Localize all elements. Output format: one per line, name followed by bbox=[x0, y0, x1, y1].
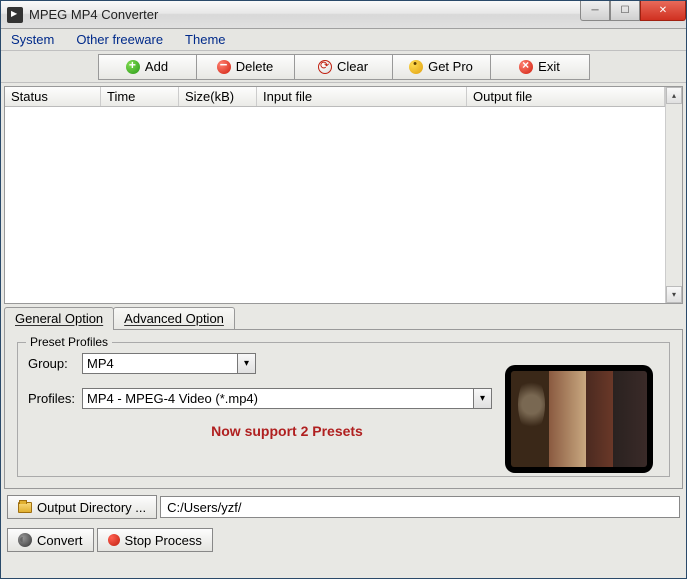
col-time[interactable]: Time bbox=[101, 87, 179, 106]
col-size[interactable]: Size(kB) bbox=[179, 87, 257, 106]
add-button[interactable]: Add bbox=[99, 55, 197, 79]
app-window: MPEG MP4 Converter ─ ☐ ✕ System Other fr… bbox=[0, 0, 687, 579]
content-area: Status Time Size(kB) Input file Output f… bbox=[1, 83, 686, 578]
list-body[interactable] bbox=[5, 107, 665, 303]
close-button[interactable]: ✕ bbox=[640, 1, 686, 21]
app-icon bbox=[7, 7, 23, 23]
col-status[interactable]: Status bbox=[5, 87, 101, 106]
window-controls: ─ ☐ ✕ bbox=[580, 1, 686, 21]
vertical-scrollbar[interactable]: ▴ ▾ bbox=[665, 87, 682, 303]
preset-legend: Preset Profiles bbox=[26, 335, 112, 349]
folder-icon bbox=[18, 502, 32, 513]
getpro-button[interactable]: Get Pro bbox=[393, 55, 491, 79]
clear-label: Clear bbox=[337, 59, 368, 74]
tab-panel: Preset Profiles Group: MP4 Profiles: MP4… bbox=[4, 329, 683, 489]
menu-system[interactable]: System bbox=[5, 30, 60, 49]
output-path-value: C:/Users/yzf/ bbox=[167, 500, 241, 515]
window-title: MPEG MP4 Converter bbox=[29, 7, 158, 22]
toolbar: Add Delete Clear Get Pro Exit bbox=[1, 51, 686, 83]
col-output[interactable]: Output file bbox=[467, 87, 665, 106]
support-text: Now support 2 Presets bbox=[82, 423, 492, 439]
convert-label: Convert bbox=[37, 533, 83, 548]
preview-image bbox=[511, 371, 647, 467]
profiles-label: Profiles: bbox=[28, 391, 82, 406]
titlebar: MPEG MP4 Converter ─ ☐ ✕ bbox=[1, 1, 686, 29]
col-input[interactable]: Input file bbox=[257, 87, 467, 106]
footer-bar: Convert Stop Process bbox=[4, 525, 683, 555]
menu-other-freeware[interactable]: Other freeware bbox=[70, 30, 169, 49]
output-directory-label: Output Directory ... bbox=[37, 500, 146, 515]
pro-icon bbox=[409, 60, 423, 74]
output-path-input[interactable]: C:/Users/yzf/ bbox=[160, 496, 680, 518]
stop-process-button[interactable]: Stop Process bbox=[97, 528, 213, 552]
maximize-button[interactable]: ☐ bbox=[610, 1, 640, 21]
tab-advanced[interactable]: Advanced Option bbox=[113, 307, 235, 329]
tab-advanced-label: Advanced Option bbox=[124, 311, 224, 326]
scroll-down-icon[interactable]: ▾ bbox=[666, 286, 682, 303]
output-bar: Output Directory ... C:/Users/yzf/ bbox=[4, 492, 683, 522]
delete-label: Delete bbox=[236, 59, 274, 74]
add-icon bbox=[126, 60, 140, 74]
menubar: System Other freeware Theme bbox=[1, 29, 686, 51]
minimize-button[interactable]: ─ bbox=[580, 1, 610, 21]
profiles-select[interactable]: MP4 - MPEG-4 Video (*.mp4) bbox=[82, 388, 492, 409]
menu-theme[interactable]: Theme bbox=[179, 30, 231, 49]
clear-button[interactable]: Clear bbox=[295, 55, 393, 79]
convert-button[interactable]: Convert bbox=[7, 528, 94, 552]
getpro-label: Get Pro bbox=[428, 59, 473, 74]
scroll-up-icon[interactable]: ▴ bbox=[666, 87, 682, 104]
delete-button[interactable]: Delete bbox=[197, 55, 295, 79]
stop-label: Stop Process bbox=[125, 533, 202, 548]
tab-general[interactable]: General Option bbox=[4, 307, 114, 329]
tab-row: General Option Advanced Option bbox=[4, 307, 683, 329]
preset-profiles-group: Preset Profiles Group: MP4 Profiles: MP4… bbox=[17, 342, 670, 477]
group-label: Group: bbox=[28, 356, 82, 371]
add-label: Add bbox=[145, 59, 168, 74]
options-tabs: General Option Advanced Option Preset Pr… bbox=[4, 307, 683, 489]
toolbar-group: Add Delete Clear Get Pro Exit bbox=[98, 54, 590, 80]
exit-label: Exit bbox=[538, 59, 560, 74]
stop-icon bbox=[108, 534, 120, 546]
list-header: Status Time Size(kB) Input file Output f… bbox=[5, 87, 665, 107]
tab-general-label: General Option bbox=[15, 311, 103, 326]
exit-button[interactable]: Exit bbox=[491, 55, 589, 79]
file-list: Status Time Size(kB) Input file Output f… bbox=[4, 86, 683, 304]
group-select[interactable]: MP4 bbox=[82, 353, 256, 374]
convert-icon bbox=[18, 533, 32, 547]
group-value: MP4 bbox=[87, 356, 114, 371]
output-directory-button[interactable]: Output Directory ... bbox=[7, 495, 157, 519]
preview-device bbox=[505, 365, 653, 473]
file-list-main: Status Time Size(kB) Input file Output f… bbox=[5, 87, 665, 303]
profiles-value: MP4 - MPEG-4 Video (*.mp4) bbox=[87, 391, 258, 406]
clear-icon bbox=[318, 60, 332, 74]
exit-icon bbox=[519, 60, 533, 74]
delete-icon bbox=[217, 60, 231, 74]
